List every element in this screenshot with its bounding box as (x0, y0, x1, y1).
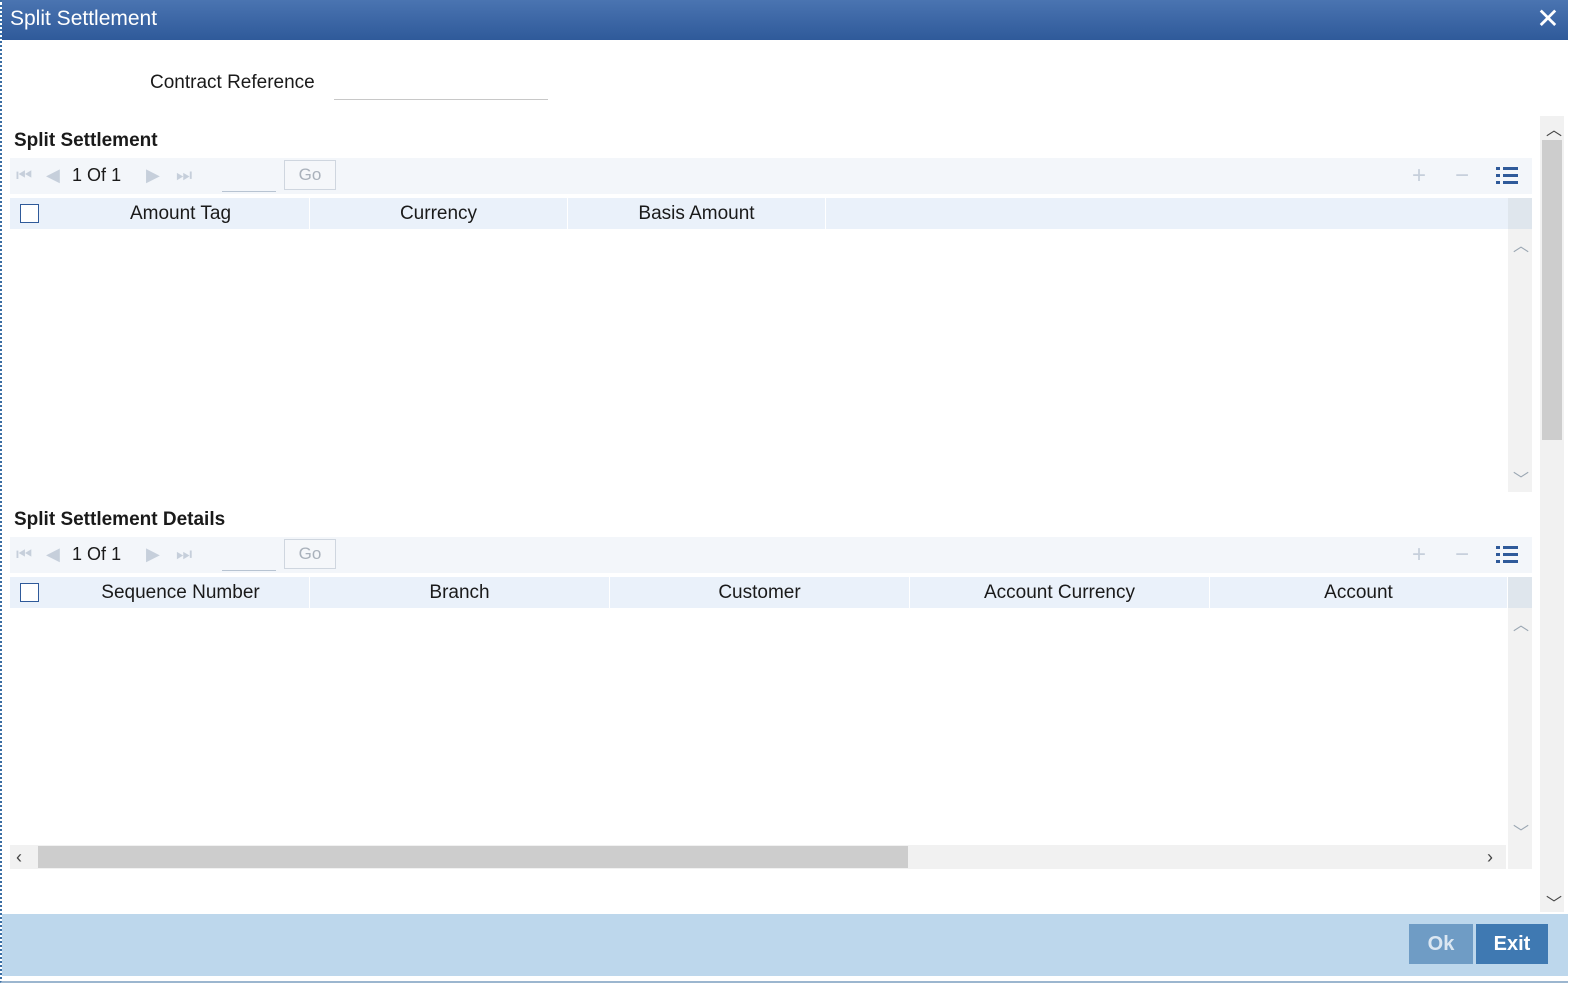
scroll-up-icon[interactable]: ︿ (1546, 116, 1562, 140)
next-page-icon[interactable]: ▶ (146, 544, 160, 565)
go-button[interactable]: Go (284, 160, 336, 190)
last-page-icon[interactable]: ⏭ (176, 165, 192, 186)
previous-page-icon[interactable]: ◀ (46, 165, 60, 186)
current-page: 1 (72, 544, 83, 564)
scroll-up-icon[interactable]: ︿ (1513, 232, 1529, 256)
delete-row-icon[interactable]: − (1455, 541, 1469, 569)
horizontal-scroll-thumb[interactable] (38, 846, 908, 868)
grid-header: Sequence Number Branch Customer Account … (10, 577, 1508, 608)
page-number-input[interactable] (222, 164, 276, 192)
next-page-icon[interactable]: ▶ (146, 165, 160, 186)
go-button[interactable]: Go (284, 539, 336, 569)
column-header[interactable]: Currency (310, 198, 568, 229)
split-settlement-section-title: Split Settlement (14, 130, 158, 151)
column-header[interactable]: Account Currency (910, 577, 1210, 608)
column-header[interactable]: Amount Tag (52, 198, 310, 229)
column-header[interactable]: Sequence Number (52, 577, 310, 608)
scroll-down-icon[interactable]: ﹀ (1513, 819, 1529, 843)
scroll-down-icon[interactable]: ﹀ (1513, 466, 1529, 490)
split-settlement-details-section-title: Split Settlement Details (14, 509, 226, 530)
split-settlement-details-grid: Sequence Number Branch Customer Account … (10, 577, 1532, 869)
of-label: Of (87, 165, 107, 185)
split-settlement-window: Split Settlement ✕ Contract Reference Sp… (0, 0, 1568, 983)
single-record-view-icon[interactable] (1496, 167, 1518, 185)
scroll-right-icon[interactable]: › (1487, 847, 1493, 868)
column-header[interactable]: Basis Amount (568, 198, 826, 229)
scroll-down-icon[interactable]: ﹀ (1546, 890, 1562, 914)
previous-page-icon[interactable]: ◀ (46, 544, 60, 565)
vertical-scroll-thumb[interactable] (1542, 140, 1562, 440)
total-pages: 1 (111, 544, 122, 564)
close-icon[interactable]: ✕ (1532, 4, 1564, 36)
page-indicator: 1 Of 1 (72, 165, 121, 186)
grid-vertical-scrollbar[interactable]: ︿ ﹀ (1508, 577, 1532, 869)
current-page: 1 (72, 165, 83, 185)
total-pages: 1 (111, 165, 122, 185)
column-header[interactable]: Account (1210, 577, 1508, 608)
select-all-checkbox[interactable] (20, 583, 39, 602)
last-page-icon[interactable]: ⏭ (176, 544, 192, 565)
split-settlement-details-pager: ⏮ ◀ 1 Of 1 ▶ ⏭ Go + − (10, 537, 1532, 573)
window-vertical-scrollbar[interactable]: ︿ ﹀ (1540, 116, 1564, 914)
title-bar: Split Settlement ✕ (2, 0, 1568, 40)
grid-header: Amount Tag Currency Basis Amount (10, 198, 1508, 229)
add-row-icon[interactable]: + (1412, 162, 1426, 190)
single-record-view-icon[interactable] (1496, 546, 1518, 564)
scroll-up-icon[interactable]: ︿ (1513, 611, 1529, 635)
split-settlement-grid: Amount Tag Currency Basis Amount ︿ ﹀ (10, 198, 1532, 492)
ok-button[interactable]: Ok (1409, 924, 1473, 964)
contract-reference-input[interactable] (334, 70, 548, 100)
of-label: Of (87, 544, 107, 564)
split-settlement-pager: ⏮ ◀ 1 Of 1 ▶ ⏭ Go + − (10, 158, 1532, 194)
grid-horizontal-scrollbar[interactable]: ‹ › (10, 845, 1506, 869)
delete-row-icon[interactable]: − (1455, 162, 1469, 190)
grid-vertical-scrollbar[interactable]: ︿ ﹀ (1508, 198, 1532, 492)
footer-bar: Ok Exit (2, 914, 1568, 976)
select-all-checkbox[interactable] (20, 204, 39, 223)
column-header[interactable]: Customer (610, 577, 910, 608)
first-page-icon[interactable]: ⏮ (16, 165, 32, 186)
page-indicator: 1 Of 1 (72, 544, 121, 565)
window-title: Split Settlement (10, 7, 158, 30)
page-number-input[interactable] (222, 543, 276, 571)
column-header[interactable]: Branch (310, 577, 610, 608)
first-page-icon[interactable]: ⏮ (16, 544, 32, 565)
contract-reference-label: Contract Reference (150, 72, 315, 93)
add-row-icon[interactable]: + (1412, 541, 1426, 569)
exit-button[interactable]: Exit (1476, 924, 1548, 964)
scroll-left-icon[interactable]: ‹ (16, 847, 22, 868)
